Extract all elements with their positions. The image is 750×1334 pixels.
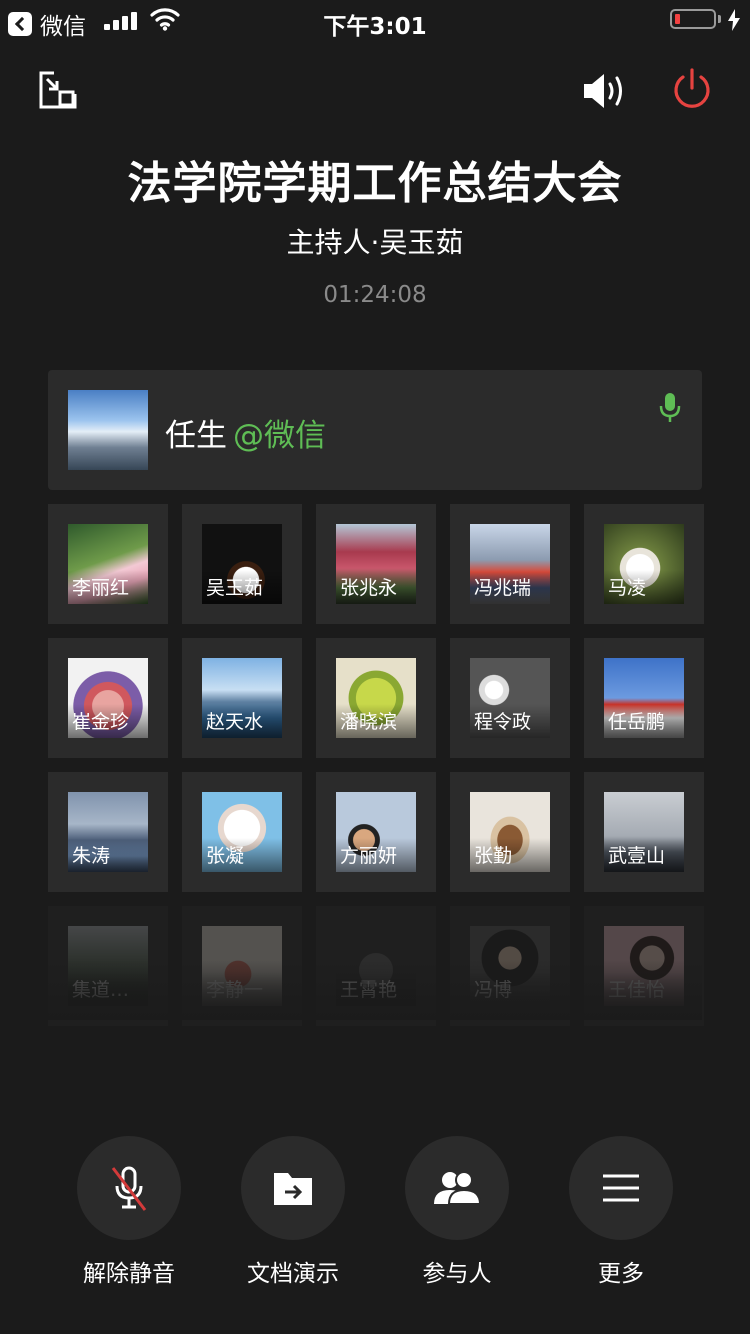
unmute-circle[interactable] <box>77 1136 181 1240</box>
participant-tile[interactable]: 李丽红 <box>48 504 168 624</box>
active-speaker-name: 任生 @微信 <box>165 410 326 455</box>
participants-circle[interactable] <box>405 1136 509 1240</box>
participants-icon <box>434 1171 482 1205</box>
document-share-icon <box>274 1173 312 1205</box>
participant-tile[interactable]: 冯兆瑞 <box>450 504 570 624</box>
participant-avatar: 赵天水 <box>202 658 282 738</box>
participants-button[interactable]: 参与人 <box>405 1136 509 1288</box>
participant-name: 任岳鹏 <box>608 711 666 733</box>
participant-tile[interactable]: 任岳鹏 <box>584 638 704 758</box>
participant-name: 李丽红 <box>72 577 130 599</box>
speaker-org-text: @微信 <box>233 418 326 454</box>
battery-tip <box>718 15 721 23</box>
meeting-host: 主持人·吴玉茹 <box>286 226 464 259</box>
more-label: 更多 <box>598 1261 644 1287</box>
microphone-icon <box>659 393 681 422</box>
menu-icon <box>603 1174 639 1202</box>
participant-avatar: 任岳鹏 <box>604 658 684 738</box>
battery-icon <box>670 9 716 29</box>
participant-tile[interactable]: 潘晓滨 <box>316 638 436 758</box>
participant-avatar: 吴玉茹 <box>202 524 282 604</box>
participant-avatar: 潘晓滨 <box>336 658 416 738</box>
document-share-circle[interactable] <box>241 1136 345 1240</box>
grid-fade-overlay <box>48 960 702 1020</box>
participant-tile[interactable]: 赵天水 <box>182 638 302 758</box>
participant-avatar: 程令政 <box>470 658 550 738</box>
participant-name: 吴玉茹 <box>206 577 264 599</box>
participant-avatar: 崔金珍 <box>68 658 148 738</box>
charging-icon <box>728 9 740 31</box>
mic-muted-icon <box>111 1166 147 1211</box>
participant-name: 潘晓滨 <box>340 711 398 733</box>
participant-avatar: 冯兆瑞 <box>470 524 550 604</box>
participant-tile[interactable]: 程令政 <box>450 638 570 758</box>
more-circle[interactable] <box>569 1136 673 1240</box>
participant-avatar: 张兆永 <box>336 524 416 604</box>
document-share-label: 文档演示 <box>247 1261 339 1287</box>
participant-tile[interactable]: 张兆永 <box>316 504 436 624</box>
participant-tile[interactable]: 方丽妍 <box>316 772 436 892</box>
avatar <box>68 390 148 470</box>
participant-name: 朱涛 <box>72 845 111 867</box>
end-meeting-power-icon[interactable] <box>670 68 714 112</box>
participant-name: 程令政 <box>474 711 532 733</box>
participant-avatar: 方丽妍 <box>336 792 416 872</box>
participant-tile[interactable]: 张凝 <box>182 772 302 892</box>
status-bar: 微信 下午3:01 <box>0 0 750 40</box>
participant-avatar: 李丽红 <box>68 524 148 604</box>
participant-name: 张勤 <box>474 845 513 867</box>
participant-name: 马凌 <box>608 577 647 599</box>
active-speaker-card[interactable]: 任生 @微信 <box>48 370 702 490</box>
participant-tile[interactable]: 吴玉茹 <box>182 504 302 624</box>
participant-avatar: 张凝 <box>202 792 282 872</box>
participant-tile[interactable]: 朱涛 <box>48 772 168 892</box>
participant-avatar: 张勤 <box>470 792 550 872</box>
document-share-button[interactable]: 文档演示 <box>241 1136 345 1288</box>
participant-avatar: 马凌 <box>604 524 684 604</box>
speaker-icon[interactable] <box>582 72 628 110</box>
participant-name: 方丽妍 <box>340 845 398 867</box>
participant-name: 张凝 <box>206 845 245 867</box>
participant-tile[interactable]: 武壹山 <box>584 772 704 892</box>
unmute-label: 解除静音 <box>83 1261 175 1287</box>
participant-tile[interactable]: 崔金珍 <box>48 638 168 758</box>
minimize-window-icon[interactable] <box>38 70 78 110</box>
participant-name: 赵天水 <box>206 711 264 733</box>
participant-name: 冯兆瑞 <box>474 577 532 599</box>
participants-label: 参与人 <box>422 1261 492 1287</box>
more-button[interactable]: 更多 <box>569 1136 673 1288</box>
participant-avatar: 朱涛 <box>68 792 148 872</box>
status-time: 下午3:01 <box>323 14 427 40</box>
speaker-name-text: 任生 <box>165 418 227 454</box>
participant-name: 崔金珍 <box>72 711 130 733</box>
participant-name: 武壹山 <box>608 845 666 867</box>
participant-name: 张兆永 <box>340 577 398 599</box>
meeting-title: 法学院学期工作总结大会 <box>127 158 623 209</box>
unmute-button[interactable]: 解除静音 <box>77 1136 181 1288</box>
participant-avatar: 武壹山 <box>604 792 684 872</box>
participant-tile[interactable]: 张勤 <box>450 772 570 892</box>
meeting-duration: 01:24:08 <box>323 282 427 308</box>
participant-tile[interactable]: 马凌 <box>584 504 704 624</box>
